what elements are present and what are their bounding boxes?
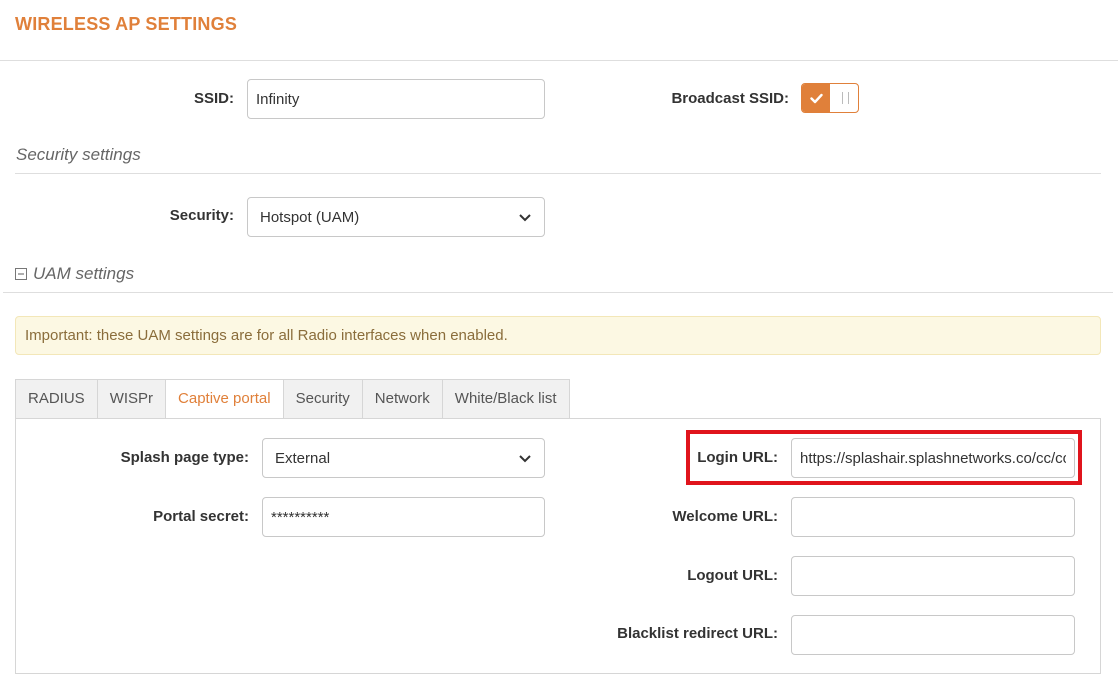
security-select-value: Hotspot (UAM) [260,208,360,226]
welcome-url-label: Welcome URL: [672,508,778,525]
blacklist-redirect-url-label: Blacklist redirect URL: [617,625,778,642]
logout-url-input[interactable] [791,556,1075,596]
security-select[interactable]: Hotspot (UAM) [247,197,545,237]
security-label: Security: [169,207,234,224]
welcome-url-input[interactable] [791,497,1075,537]
tab-captive-portal[interactable]: Captive portal [165,379,283,419]
uam-settings-heading[interactable]: UAM settings [15,263,134,285]
splash-page-type-label: Splash page type: [120,449,249,466]
broadcast-ssid-toggle[interactable] [801,83,859,113]
chevron-down-icon [519,214,531,222]
splash-page-type-select[interactable]: External [262,438,545,478]
tab-wispr[interactable]: WISPr [96,379,166,419]
toggle-grip [842,92,849,104]
logout-url-label: Logout URL: [687,567,778,584]
portal-secret-input[interactable] [262,497,545,537]
ssid-input[interactable] [247,79,545,119]
uam-notice-alert: Important: these UAM settings are for al… [15,316,1101,355]
broadcast-ssid-label: Broadcast SSID: [671,90,789,107]
login-url-highlight-box [686,430,1082,485]
uam-settings-title: UAM settings [33,264,135,283]
blacklist-redirect-url-input[interactable] [791,615,1075,655]
tab-radius[interactable]: RADIUS [15,379,97,419]
chevron-down-icon [519,455,531,463]
page-title: WIRELESS AP SETTINGS [15,14,238,34]
ssid-label: SSID: [193,90,234,107]
uam-divider [3,292,1113,293]
tab-white-black-list[interactable]: White/Black list [441,379,570,419]
splash-page-type-value: External [275,449,331,467]
check-icon [809,93,823,103]
security-divider [15,173,1101,174]
security-settings-heading: Security settings [16,145,141,164]
minus-square-icon [15,268,27,280]
uam-tabs: RADIUS WISPr Captive portal Security Net… [15,379,570,419]
tab-network[interactable]: Network [361,379,442,419]
toggle-on-handle [802,84,830,112]
portal-secret-label: Portal secret: [153,508,249,525]
title-divider [0,60,1118,61]
tab-security[interactable]: Security [282,379,362,419]
